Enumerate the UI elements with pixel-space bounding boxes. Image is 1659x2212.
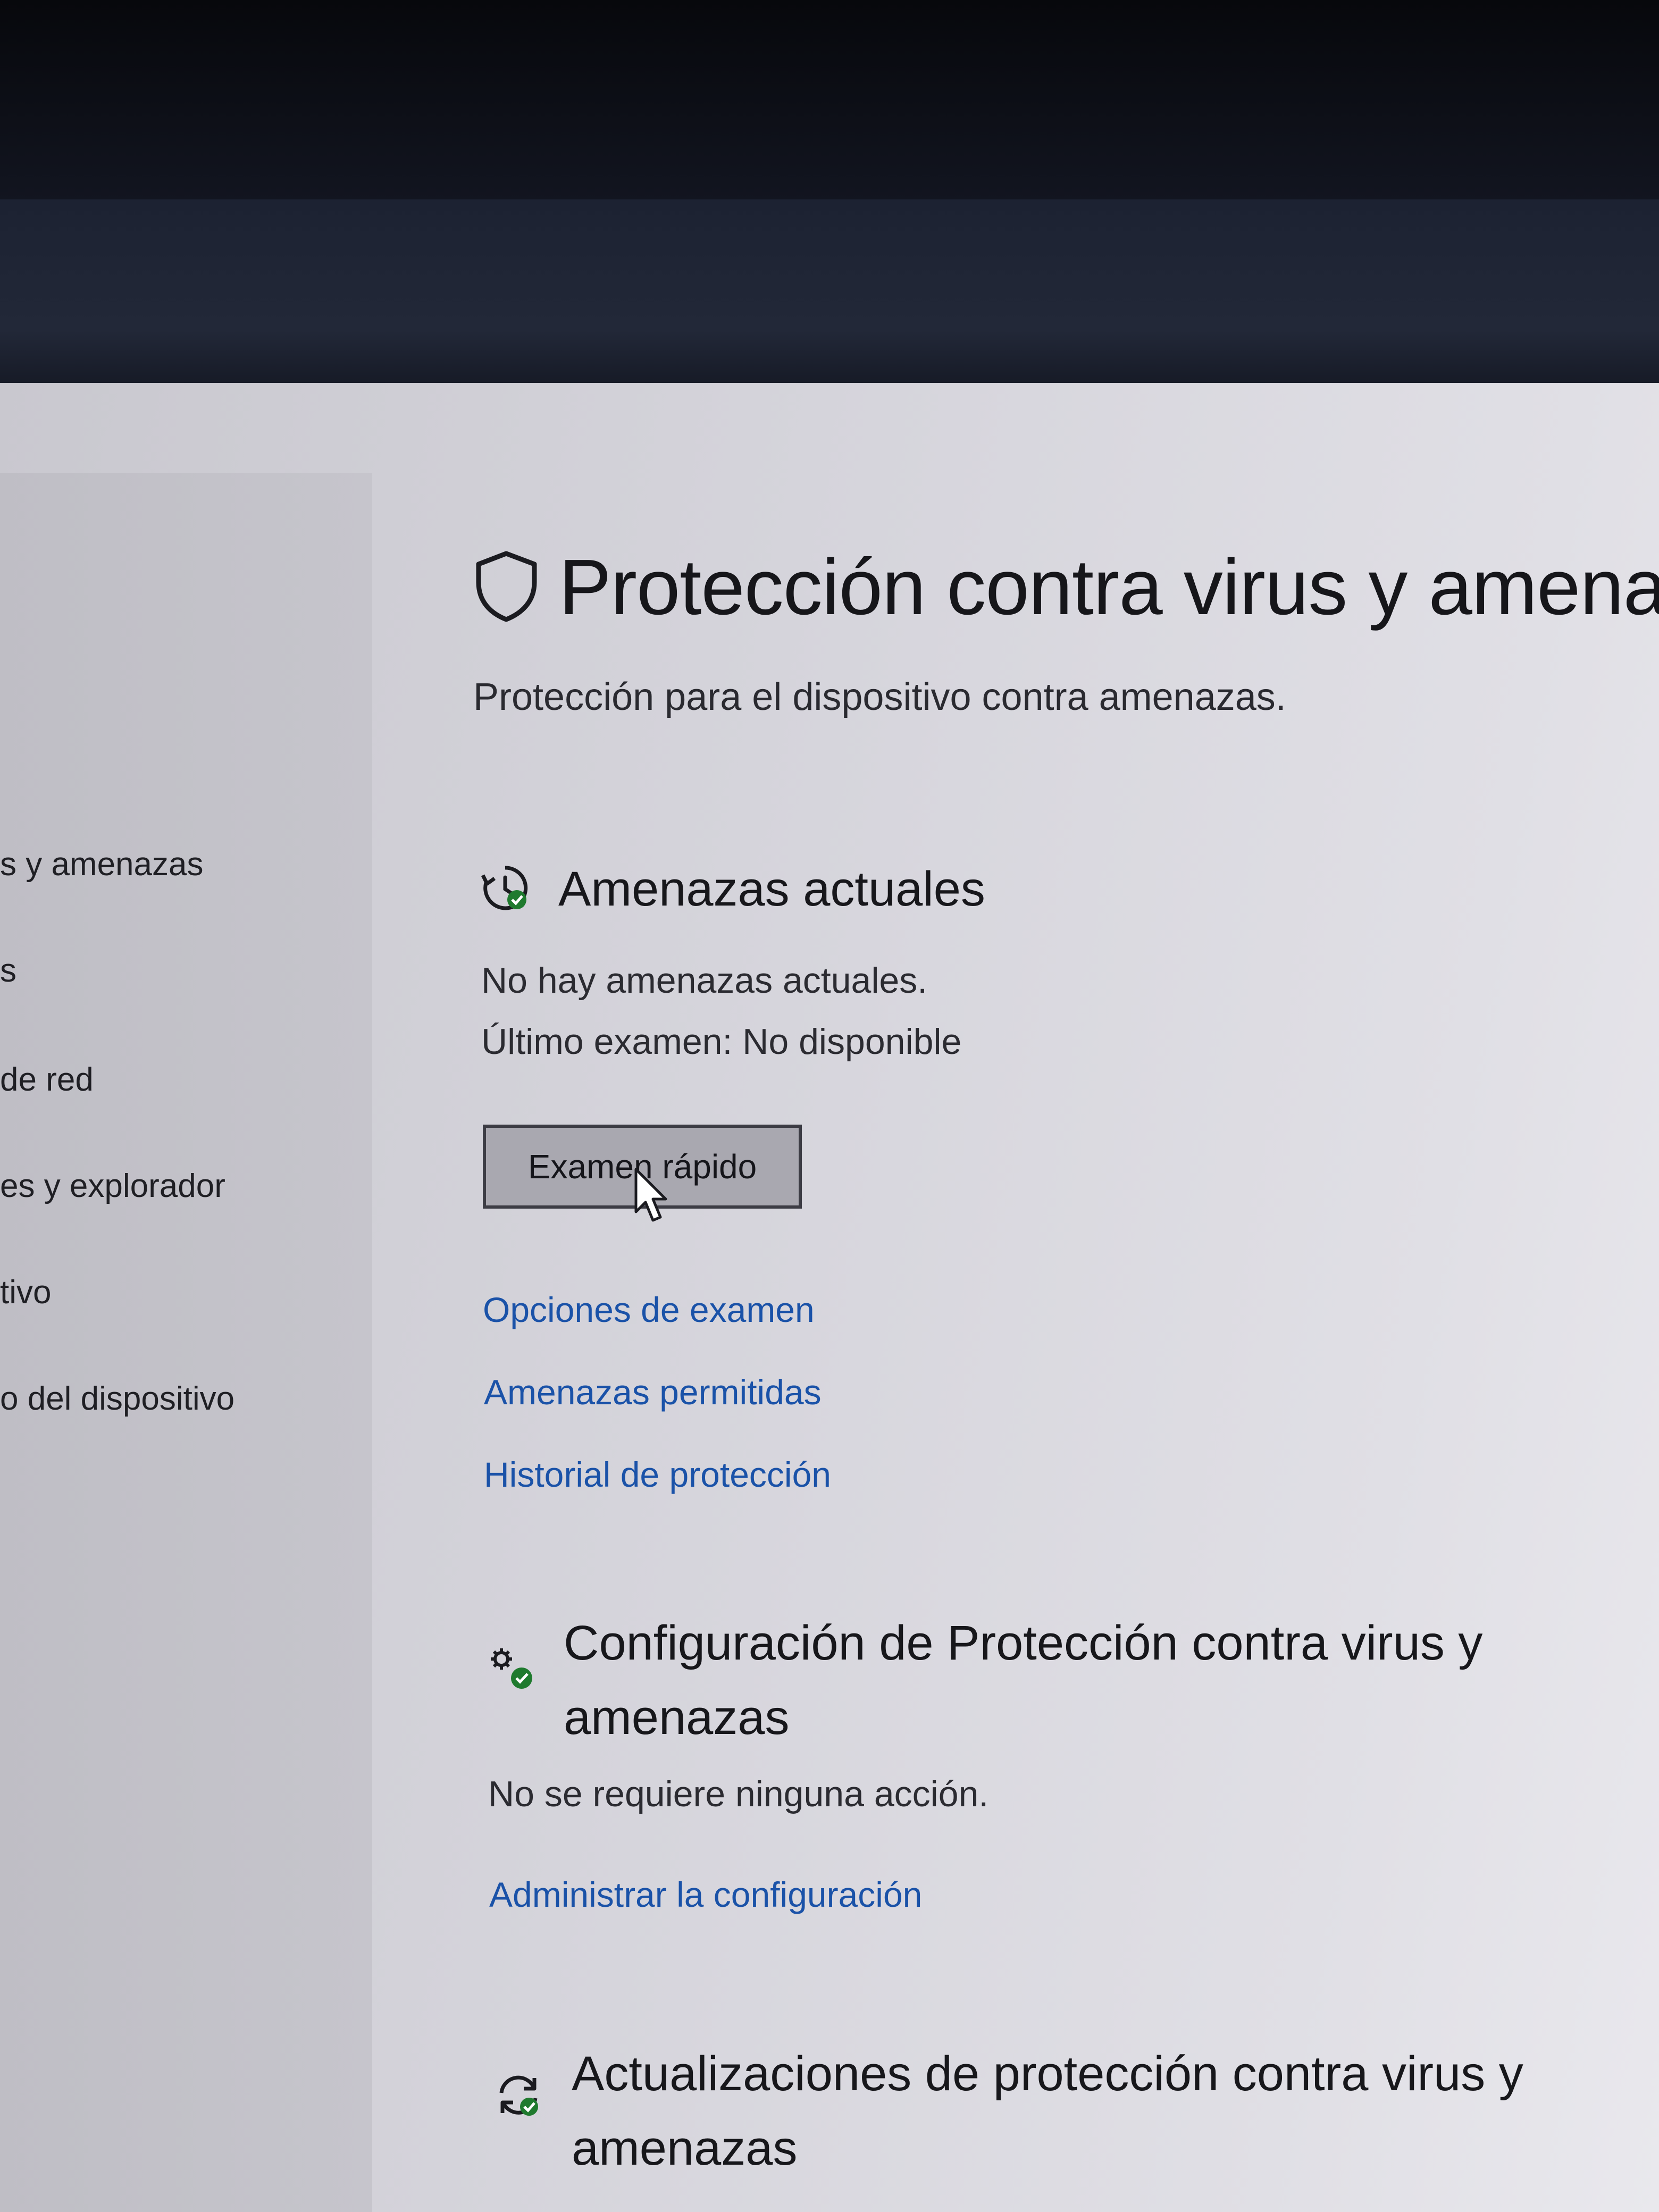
page-subtitle: Protección para el dispositivo contra am… — [473, 676, 1286, 718]
shield-icon — [473, 549, 540, 626]
screen-bezel — [0, 0, 1659, 202]
last-scan-text: Último examen: No disponible — [481, 1021, 962, 1062]
mouse-cursor-icon — [634, 1168, 667, 1222]
settings-header: Configuración de Protección contra virus… — [487, 1606, 1654, 1755]
gears-check-icon — [487, 1643, 537, 1696]
manage-settings-link[interactable]: Administrar la configuración — [489, 1874, 922, 1915]
current-threats-title: Amenazas actuales — [558, 862, 985, 916]
settings-title: Configuración de Protección contra virus… — [564, 1616, 1483, 1745]
protection-history-link[interactable]: Historial de protección — [484, 1454, 831, 1495]
windows-security-window: s y amenazas s de red es y explorador ti… — [0, 383, 1659, 2212]
current-threats-header: Amenazas actuales — [479, 861, 985, 917]
threats-status-text: No hay amenazas actuales. — [481, 960, 928, 1001]
window-title-bar — [0, 199, 1659, 386]
main-content: Protección contra virus y amenaza Protec… — [0, 383, 1659, 2212]
page-header: Protección contra virus y amenaza — [473, 542, 1659, 633]
settings-status-text: No se requiere ninguna acción. — [488, 1774, 989, 1814]
page-title: Protección contra virus y amenaza — [559, 543, 1659, 631]
scan-options-link[interactable]: Opciones de examen — [483, 1289, 815, 1330]
clock-check-icon — [479, 861, 532, 917]
refresh-check-icon — [492, 2068, 545, 2124]
updates-header: Actualizaciones de protección contra vir… — [492, 2037, 1659, 2185]
updates-title: Actualizaciones de protección contra vir… — [572, 2047, 1523, 2175]
allowed-threats-link[interactable]: Amenazas permitidas — [484, 1372, 822, 1412]
